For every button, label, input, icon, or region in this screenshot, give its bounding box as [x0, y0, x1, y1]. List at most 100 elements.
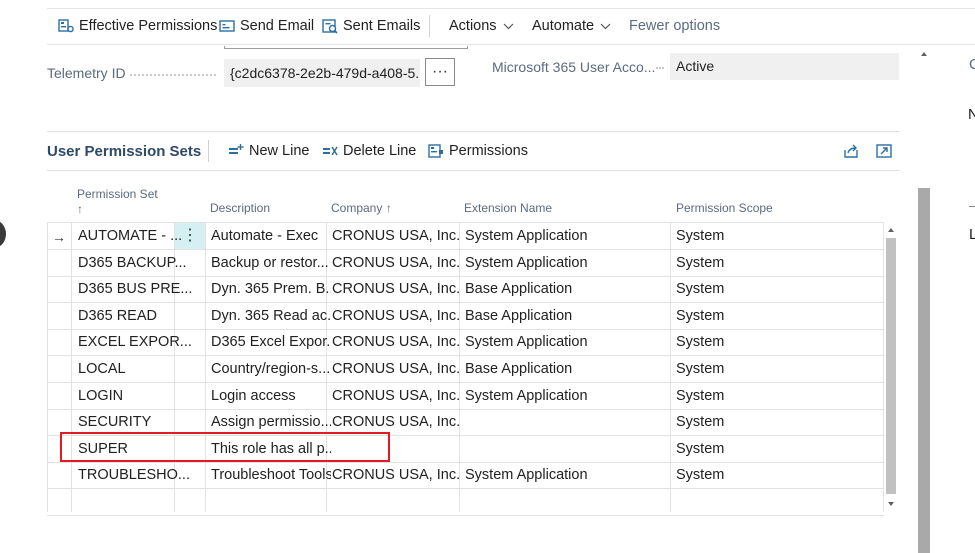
- telemetry-ellipsis-button[interactable]: ···: [425, 58, 455, 86]
- cell-extension[interactable]: [465, 409, 670, 435]
- cell-description[interactable]: Backup or restor...: [211, 250, 331, 276]
- cell-description[interactable]: Dyn. 365 Read ac...: [211, 303, 331, 329]
- cell-extension[interactable]: Base Application: [465, 276, 670, 302]
- telemetry-id-field[interactable]: {c2dc6378-2e2b-479d-a408-5...: [224, 59, 420, 87]
- m365-dots: [656, 67, 664, 69]
- cell-extension[interactable]: System Application: [465, 329, 670, 355]
- cell-scope[interactable]: System: [676, 356, 881, 382]
- cell-permission-set[interactable]: D365 READ: [78, 303, 218, 329]
- telemetry-dots: [130, 74, 216, 76]
- table-row[interactable]: LOCAL Country/region-s... CRONUS USA, Inc.…: [47, 356, 899, 383]
- cell-description[interactable]: Country/region-s...: [211, 356, 331, 382]
- cell-description[interactable]: Troubleshoot Tools: [211, 462, 331, 488]
- delete-line-button[interactable]: Delete Line: [322, 143, 416, 159]
- cell-permission-set[interactable]: TROUBLESHO...: [78, 462, 218, 488]
- cell-company[interactable]: CRONUS USA, Inc.: [332, 250, 462, 276]
- cell-permission-set[interactable]: D365 BACKUP...: [78, 250, 218, 276]
- action-bar-separator: [429, 15, 430, 37]
- cell-permission-set[interactable]: AUTOMATE - ...: [78, 223, 218, 249]
- col-header-permission-set[interactable]: Permission Set ↑: [77, 187, 158, 216]
- cell-company[interactable]: CRONUS USA, Inc.: [332, 356, 462, 382]
- expand-icon[interactable]: [876, 143, 892, 159]
- cell-scope[interactable]: System: [676, 303, 881, 329]
- automate-menu[interactable]: Automate: [532, 18, 611, 34]
- cell-scope[interactable]: System: [676, 329, 881, 355]
- cell-company[interactable]: CRONUS USA, Inc.: [332, 276, 462, 302]
- effective-permissions-button[interactable]: Effective Permissions: [58, 18, 217, 34]
- highlight-box: [60, 432, 390, 462]
- new-line-button[interactable]: New Line: [228, 143, 309, 159]
- cell-company[interactable]: CRONUS USA, Inc.: [332, 329, 462, 355]
- subpage-title: User Permission Sets: [47, 143, 202, 160]
- cell-company[interactable]: CRONUS USA, Inc.: [332, 223, 462, 249]
- page-scrollbar-thumb[interactable]: [918, 188, 930, 553]
- subpage-separator: [208, 140, 209, 162]
- cell-company[interactable]: CRONUS USA, Inc.: [332, 303, 462, 329]
- cell-description[interactable]: Automate - Exec: [211, 223, 331, 249]
- cell-scope[interactable]: System: [676, 276, 881, 302]
- cell-extension[interactable]: System Application: [465, 250, 670, 276]
- col-header-company[interactable]: Company ↑: [331, 201, 392, 215]
- send-email-button[interactable]: Send Email: [219, 18, 314, 34]
- table-row[interactable]: EXCEL EXPOR... D365 Excel Expor... CRONUS …: [47, 329, 899, 356]
- table-row[interactable]: LOGIN Login access CRONUS USA, Inc. System …: [47, 383, 899, 410]
- subpage-top-divider: [47, 131, 899, 132]
- subpage-header-divider: [47, 170, 899, 171]
- cell-description[interactable]: D365 Excel Expor...: [211, 329, 331, 355]
- cell-extension[interactable]: Base Application: [465, 303, 670, 329]
- scroll-down-icon[interactable]: [884, 498, 898, 510]
- cell-permission-set[interactable]: EXCEL EXPOR...: [78, 329, 218, 355]
- permissions-icon: [428, 144, 443, 158]
- automate-label: Automate: [532, 18, 595, 34]
- action-bar: Effective Permissions Send Email Sent Em…: [0, 0, 975, 46]
- cell-extension[interactable]: System Application: [465, 462, 670, 488]
- cell-permission-set[interactable]: D365 BUS PRE...: [78, 276, 218, 302]
- scroll-up-icon[interactable]: [884, 224, 898, 236]
- cell-scope[interactable]: System: [676, 223, 881, 249]
- sent-emails-label: Sent Emails: [343, 18, 421, 34]
- cell-company[interactable]: CRONUS USA, Inc.: [332, 383, 462, 409]
- table-row[interactable]: TROUBLESHO... Troubleshoot Tools CRONUS US…: [47, 462, 899, 489]
- cell-scope[interactable]: System: [676, 436, 881, 462]
- cell-company[interactable]: CRONUS USA, Inc.: [332, 462, 462, 488]
- permissions-button[interactable]: Permissions: [428, 143, 528, 159]
- sort-asc-icon: ↑: [77, 202, 83, 216]
- table-scrollbar[interactable]: [884, 224, 898, 512]
- table-row[interactable]: AUTOMATE - ... Automate - Exec CRONUS USA,…: [47, 223, 899, 250]
- send-email-icon: [219, 20, 235, 32]
- col-header-description[interactable]: Description: [210, 201, 270, 215]
- actions-menu[interactable]: Actions: [449, 18, 514, 34]
- cell-extension[interactable]: System Application: [465, 223, 670, 249]
- cell-extension[interactable]: Base Application: [465, 356, 670, 382]
- field-above-telemetry: [224, 46, 468, 49]
- m365-status-field[interactable]: Active: [670, 53, 899, 80]
- new-line-icon: [229, 144, 244, 154]
- share-icon[interactable]: [843, 143, 859, 159]
- table-row[interactable]: D365 READ Dyn. 365 Read ac... CRONUS USA, …: [47, 303, 899, 330]
- m365-label: Microsoft 365 User Acco...: [492, 59, 656, 75]
- fewer-options-button[interactable]: Fewer options: [629, 18, 720, 34]
- cell-description[interactable]: Login access: [211, 383, 331, 409]
- table-row[interactable]: D365 BUS PRE... Dyn. 365 Prem. B... CRONUS…: [47, 276, 899, 303]
- delete-line-icon: [323, 146, 338, 156]
- sent-emails-button[interactable]: Sent Emails: [322, 18, 420, 34]
- left-edge-circle: [0, 220, 6, 248]
- col-header-permission-scope[interactable]: Permission Scope: [676, 201, 773, 215]
- page-scroll-up-icon[interactable]: [917, 48, 931, 60]
- cell-scope[interactable]: System: [676, 462, 881, 488]
- page-scrollbar[interactable]: [917, 44, 931, 553]
- cell-permission-set[interactable]: LOGIN: [78, 383, 218, 409]
- cell-scope[interactable]: System: [676, 409, 881, 435]
- cell-scope[interactable]: System: [676, 250, 881, 276]
- col-header-extension-name[interactable]: Extension Name: [464, 201, 552, 215]
- effective-permissions-icon: [58, 19, 74, 33]
- cell-extension[interactable]: [465, 436, 670, 462]
- chevron-down-icon: [600, 23, 611, 29]
- table-scrollbar-thumb[interactable]: [886, 238, 896, 494]
- cell-permission-set[interactable]: LOCAL: [78, 356, 218, 382]
- cell-scope[interactable]: System: [676, 383, 881, 409]
- right-pane-divider: [969, 206, 975, 207]
- table-row[interactable]: D365 BACKUP... Backup or restor... CRONUS …: [47, 250, 899, 277]
- cell-description[interactable]: Dyn. 365 Prem. B...: [211, 276, 331, 302]
- cell-extension[interactable]: System Application: [465, 383, 670, 409]
